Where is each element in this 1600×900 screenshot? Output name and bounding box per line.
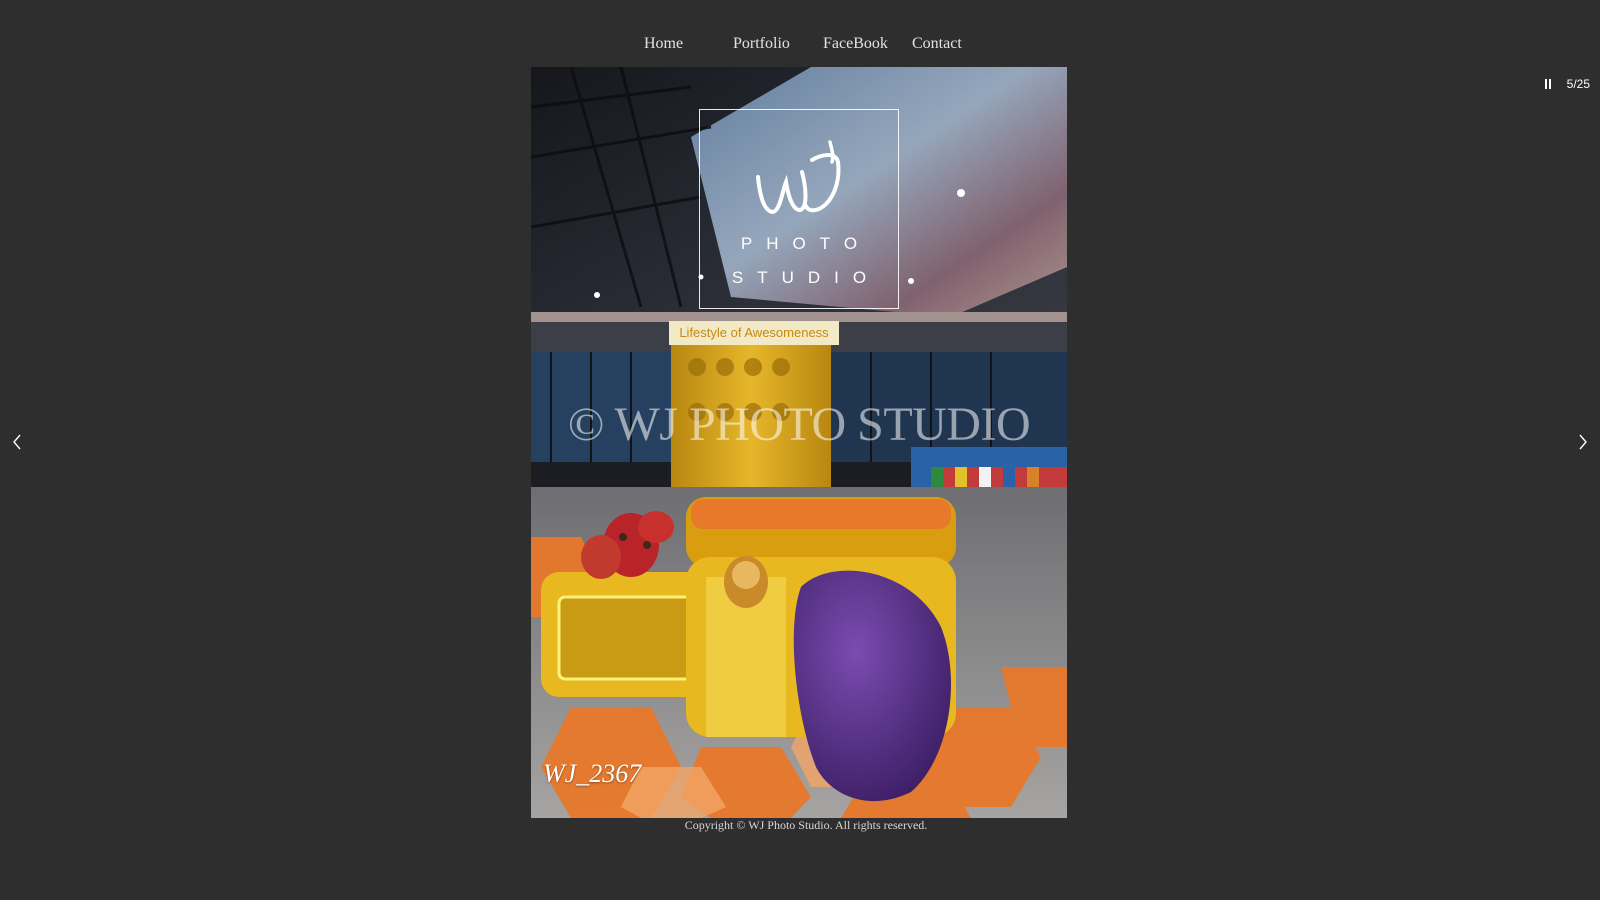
logo-text-photo: PHOTO [740,234,872,253]
photo-watermark: © WJ PHOTO STUDIO [567,398,1031,451]
top-nav: Home Portfolio FaceBook Contact [620,30,980,58]
pause-icon[interactable] [1541,77,1555,91]
previous-slide-button[interactable] [10,432,24,452]
footer-copyright: Copyright © WJ Photo Studio. All rights … [684,818,928,832]
store-sign: Lifestyle of Awesomeness [669,321,839,345]
photo-caption: WJ_2367 [543,759,642,788]
chevron-left-icon [13,434,21,450]
slideshow-controls: 5/25 [1541,74,1590,94]
slide-photo[interactable]: PHOTO STUDIO Lifestyle of Awesomeness © … [531,67,1067,818]
studio-logo: PHOTO STUDIO [699,109,899,309]
nav-portfolio[interactable]: Portfolio [733,30,790,58]
nav-contact[interactable]: Contact [912,30,962,58]
wj-logo-icon [756,140,841,215]
slide-counter: 5/25 [1566,77,1590,91]
nav-home[interactable]: Home [644,30,683,58]
next-slide-button[interactable] [1576,432,1590,452]
logo-text-studio: STUDIO [731,268,881,287]
nav-facebook[interactable]: FaceBook [823,30,888,58]
chevron-right-icon [1579,434,1587,450]
photo-viewer-page: Home Portfolio FaceBook Contact 5/25 PHO… [0,0,1600,900]
